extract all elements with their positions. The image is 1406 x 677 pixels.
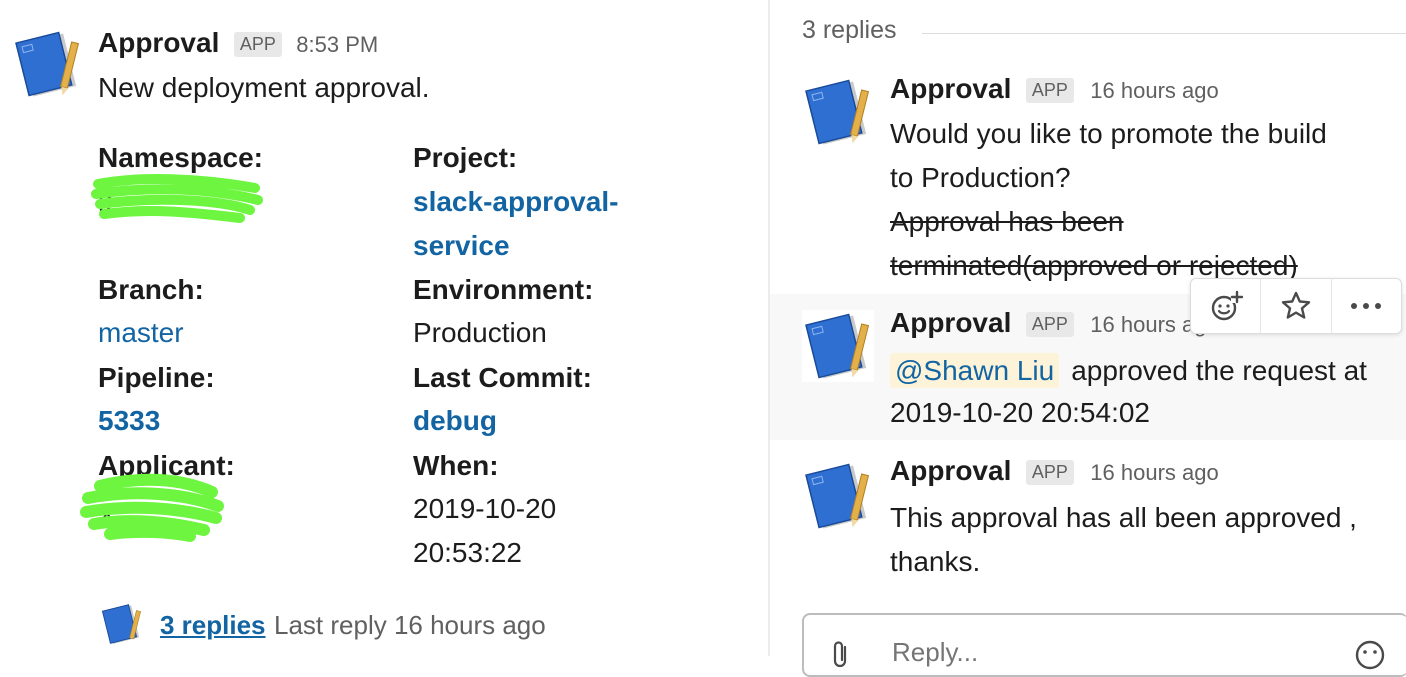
message-time[interactable]: 8:53 PM [296, 32, 378, 57]
message-text: New deployment approval. [98, 72, 430, 103]
approval-avatar[interactable] [802, 76, 874, 148]
when-value-line1: 2019-10-20 [413, 493, 557, 524]
app-badge: APP [1025, 312, 1074, 338]
thread-reply: Approval APP 16 hours ago Would you like… [770, 60, 1406, 292]
redaction-scribble [80, 473, 224, 542]
message-pane: Approval APP 8:53 PM New deployment appr… [0, 0, 768, 656]
notebook-pencil-icon [805, 313, 870, 379]
last-commit-label: Last Commit: [413, 362, 592, 393]
more-actions-button[interactable] [1332, 279, 1401, 333]
add-reaction-icon [1211, 290, 1243, 321]
emoji-icon[interactable] [1354, 639, 1386, 671]
replies-divider [922, 33, 1406, 34]
branch-label: Branch: [98, 274, 204, 305]
sender-name[interactable]: Approval [890, 455, 1011, 486]
notebook-pencil-icon [15, 31, 80, 97]
notebook-pencil-icon [805, 79, 870, 145]
thread-pane: 3 replies Approval APP 16 hours ago Woul… [770, 0, 1406, 677]
pipeline-label: Pipeline: [98, 362, 215, 393]
notebook-pencil-icon [805, 463, 870, 529]
replies-count: 3 replies [802, 16, 897, 44]
add-reaction-button[interactable] [1191, 279, 1262, 333]
thread-participant-avatar [100, 602, 144, 646]
last-reply-text: Last reply 16 hours ago [274, 610, 546, 640]
paperclip-icon[interactable] [830, 639, 852, 669]
reply-text-line2: thanks. [890, 546, 981, 577]
when-label: When: [413, 450, 499, 481]
message-actions-toolbar [1190, 278, 1402, 334]
reply-text-line2: to Production? [890, 162, 1071, 193]
environment-label: Environment: [413, 274, 594, 305]
more-actions-icon [1351, 303, 1382, 309]
sender-name[interactable]: Approval [98, 27, 219, 58]
pipeline-value[interactable]: 5333 [98, 399, 160, 443]
app-badge: APP [1025, 78, 1074, 104]
project-value-line2[interactable]: service [413, 224, 510, 268]
reply-header: Approval APP 16 hours ago [890, 307, 1219, 340]
terminated-notice-line1: Approval has been [890, 206, 1124, 237]
message-header: Approval APP 8:53 PM [98, 27, 378, 60]
reply-text-line1: Would you like to promote the build [890, 118, 1327, 149]
app-badge: APP [1025, 460, 1074, 486]
app-badge: APP [233, 32, 282, 58]
thread-replies-link[interactable]: 3 replies [160, 610, 266, 641]
branch-value[interactable]: master [98, 311, 184, 355]
approval-avatar[interactable] [12, 28, 84, 100]
reply-text-line1: This approval has all been approved , [890, 502, 1357, 533]
star-icon [1281, 291, 1311, 319]
approval-text: approved the request at [1071, 355, 1367, 386]
approval-avatar[interactable] [802, 460, 874, 532]
sender-name[interactable]: Approval [890, 73, 1011, 104]
reply-time[interactable]: 16 hours ago [1090, 460, 1218, 485]
reply-text-line1: @Shawn Liu approved the request at [890, 349, 1400, 393]
thread-reply: Approval APP 16 hours ago This approval … [770, 442, 1406, 592]
last-commit-value[interactable]: debug [413, 399, 497, 443]
reply-input[interactable] [892, 637, 1292, 668]
reply-header: Approval APP 16 hours ago [890, 73, 1219, 106]
reply-composer[interactable] [802, 613, 1406, 677]
environment-value: Production [413, 317, 547, 348]
when-value-line2: 20:53:22 [413, 537, 522, 568]
project-value-line1[interactable]: slack-approval- [413, 180, 618, 224]
reply-text-line2: 2019-10-20 20:54:02 [890, 397, 1150, 428]
notebook-pencil-icon [101, 604, 141, 644]
reply-header: Approval APP 16 hours ago [890, 455, 1219, 488]
approval-avatar[interactable] [802, 310, 874, 382]
project-label: Project: [413, 142, 518, 173]
redaction-scribble [91, 174, 263, 223]
star-button[interactable] [1261, 279, 1332, 333]
reply-time[interactable]: 16 hours ago [1090, 78, 1218, 103]
sender-name[interactable]: Approval [890, 307, 1011, 338]
user-mention[interactable]: @Shawn Liu [890, 353, 1060, 388]
